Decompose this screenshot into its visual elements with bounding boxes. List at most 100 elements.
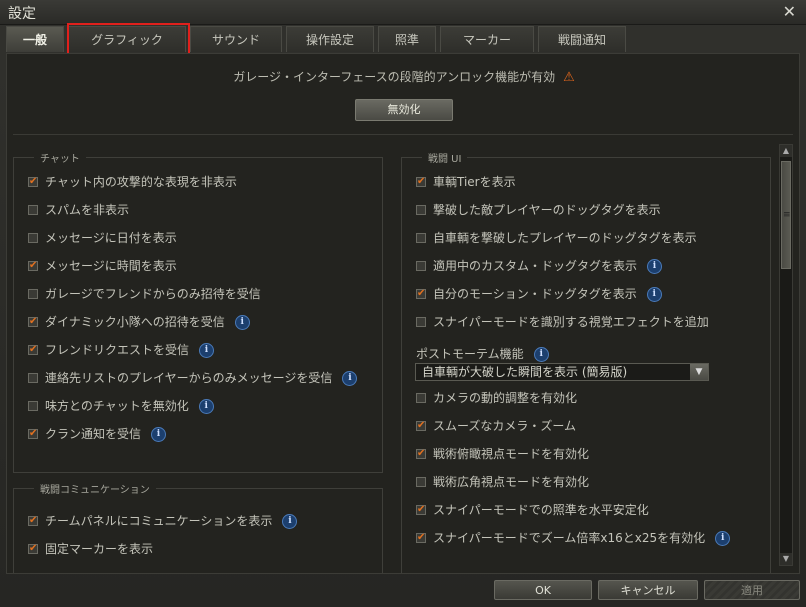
checkbox-unchecked[interactable]	[416, 316, 426, 327]
checkbox-row[interactable]: スナイパーモードでズーム倍率x16とx25を有効化 i	[416, 530, 731, 546]
checkbox-unchecked[interactable]	[416, 476, 426, 487]
apply-button[interactable]: 適用	[704, 580, 800, 600]
tab-markers[interactable]: マーカー	[440, 26, 534, 52]
checkbox-row[interactable]: 連絡先リストのプレイヤーからのみメッセージを受信 i	[28, 370, 358, 386]
info-icon[interactable]: i	[234, 315, 250, 330]
checkbox-row[interactable]: ダイナミック小隊への招待を受信 i	[28, 314, 250, 330]
close-icon[interactable]: ✕	[783, 2, 796, 21]
chat-group: チャット チャット内の攻撃的な表現を非表示スパムを非表示メッセージに日付を表示メ…	[13, 150, 383, 473]
checkbox-label: 固定マーカーを表示	[45, 542, 154, 556]
checkbox-row[interactable]: 車輌Tierを表示	[416, 174, 516, 190]
checkbox-label: メッセージに日付を表示	[45, 231, 177, 245]
cancel-button[interactable]: キャンセル	[598, 580, 698, 600]
checkbox-row[interactable]: 撃破した敵プレイヤーのドッグタグを表示	[416, 202, 661, 218]
checkbox-unchecked[interactable]	[28, 232, 38, 243]
disable-button[interactable]: 無効化	[355, 99, 453, 121]
checkbox-unchecked[interactable]	[416, 204, 426, 215]
checkbox-label: スナイパーモードを識別する視覚エフェクトを追加	[433, 315, 709, 329]
chevron-down-icon[interactable]: ▼	[690, 364, 708, 380]
scroll-up-icon[interactable]: ▲	[780, 145, 792, 157]
tab-general[interactable]: 一般	[6, 26, 64, 52]
warning-icon: ⚠	[563, 70, 575, 85]
checkbox-label: 自車輌を撃破したプレイヤーのドッグタグを表示	[433, 231, 697, 245]
checkbox-checked[interactable]	[28, 426, 38, 442]
checkbox-label: メッセージに時間を表示	[45, 259, 177, 273]
window-title: 設定	[8, 6, 36, 22]
checkbox-checked[interactable]	[416, 446, 426, 462]
settings-panel: ガレージ・インターフェースの段階的アンロック機能が有効 ⚠ 無効化 チャット チャ…	[6, 53, 800, 574]
checkbox-unchecked[interactable]	[416, 260, 426, 271]
checkbox-label: 自分のモーション・ドッグタグを表示	[433, 287, 637, 301]
info-icon[interactable]: i	[151, 427, 167, 442]
scroll-down-icon[interactable]: ▼	[780, 553, 792, 565]
checkbox-checked[interactable]	[28, 314, 38, 330]
checkbox-unchecked[interactable]	[28, 204, 38, 215]
scrollbar[interactable]: ▲ ≡ ▼	[779, 144, 793, 566]
checkbox-row[interactable]: チャット内の攻撃的な表現を非表示	[28, 174, 237, 190]
checkbox-checked[interactable]	[28, 174, 38, 190]
checkbox-label: カメラの動的調整を有効化	[433, 391, 578, 405]
checkbox-row[interactable]: 味方とのチャットを無効化 i	[28, 398, 214, 414]
checkbox-checked[interactable]	[28, 258, 38, 274]
info-icon[interactable]: i	[342, 371, 358, 386]
checkbox-row[interactable]: チームパネルにコミュニケーションを表示 i	[28, 513, 298, 529]
tab-aim[interactable]: 照準	[378, 26, 436, 52]
checkbox-row[interactable]: 戦術広角視点モードを有効化	[416, 474, 589, 490]
settings-window: 設定 ✕ 一般 グラフィック サウンド 操作設定 照準 マーカー 戦闘通知 ガレ…	[0, 0, 806, 607]
checkbox-label: スナイパーモードでの照準を水平安定化	[433, 503, 649, 517]
grip-icon: ≡	[783, 210, 791, 220]
checkbox-unchecked[interactable]	[416, 392, 426, 403]
checkbox-row[interactable]: クラン通知を受信 i	[28, 426, 167, 442]
checkbox-unchecked[interactable]	[28, 372, 38, 383]
checkbox-checked[interactable]	[28, 541, 38, 557]
checkbox-label: クラン通知を受信	[45, 427, 142, 441]
checkbox-unchecked[interactable]	[28, 400, 38, 411]
checkbox-row[interactable]: 自分のモーション・ドッグタグを表示 i	[416, 286, 662, 302]
info-icon[interactable]: i	[199, 343, 215, 358]
title-bar[interactable]: 設定 ✕	[0, 0, 806, 25]
notice-text: ガレージ・インターフェースの段階的アンロック機能が有効	[233, 70, 556, 84]
checkbox-row[interactable]: 固定マーカーを表示	[28, 541, 153, 557]
postmortem-selected-value: 自車輌が大破した瞬間を表示 (簡易版)	[422, 365, 628, 379]
tab-sound[interactable]: サウンド	[190, 26, 282, 52]
tab-controls[interactable]: 操作設定	[286, 26, 374, 52]
checkbox-checked[interactable]	[28, 513, 38, 529]
checkbox-checked[interactable]	[416, 502, 426, 518]
checkbox-unchecked[interactable]	[28, 288, 38, 299]
checkbox-row[interactable]: カメラの動的調整を有効化	[416, 390, 577, 406]
tab-battle-notifications[interactable]: 戦闘通知	[538, 26, 626, 52]
checkbox-checked[interactable]	[416, 530, 426, 546]
checkbox-row[interactable]: ガレージでフレンドからのみ招待を受信	[28, 286, 261, 302]
checkbox-row[interactable]: 自車輌を撃破したプレイヤーのドッグタグを表示	[416, 230, 697, 246]
checkbox-unchecked[interactable]	[416, 232, 426, 243]
checkbox-row[interactable]: スナイパーモードでの照準を水平安定化	[416, 502, 649, 518]
checkbox-label: チャット内の攻撃的な表現を非表示	[45, 175, 237, 189]
info-icon[interactable]: i	[533, 347, 549, 362]
info-icon[interactable]: i	[282, 514, 298, 529]
scroll-thumb[interactable]: ≡	[781, 161, 791, 269]
checkbox-row[interactable]: スナイパーモードを識別する視覚エフェクトを追加	[416, 314, 709, 330]
checkbox-label: スムーズなカメラ・ズーム	[433, 419, 577, 433]
checkbox-row[interactable]: スムーズなカメラ・ズーム	[416, 418, 576, 434]
checkbox-row[interactable]: 適用中のカスタム・ドッグタグを表示 i	[416, 258, 663, 274]
checkbox-checked[interactable]	[416, 286, 426, 302]
checkbox-row[interactable]: フレンドリクエストを受信 i	[28, 342, 215, 358]
checkbox-row[interactable]: スパムを非表示	[28, 202, 129, 218]
checkbox-label: スナイパーモードでズーム倍率x16とx25を有効化	[433, 531, 706, 545]
checkbox-checked[interactable]	[416, 418, 426, 434]
checkbox-checked[interactable]	[416, 174, 426, 190]
postmortem-dropdown[interactable]: 自車輌が大破した瞬間を表示 (簡易版) ▼	[415, 363, 709, 381]
info-icon[interactable]: i	[647, 259, 663, 274]
info-icon[interactable]: i	[715, 531, 731, 546]
checkbox-row[interactable]: メッセージに日付を表示	[28, 230, 177, 246]
info-icon[interactable]: i	[198, 399, 214, 414]
checkbox-checked[interactable]	[28, 342, 38, 358]
tab-graphics[interactable]: グラフィック	[68, 26, 186, 52]
battle-ui-group-title: 戦闘 UI	[422, 150, 468, 165]
ok-button[interactable]: OK	[494, 580, 592, 600]
checkbox-label: スパムを非表示	[45, 203, 130, 217]
checkbox-row[interactable]: 戦術俯瞰視点モードを有効化	[416, 446, 589, 462]
checkbox-label: 戦術俯瞰視点モードを有効化	[433, 447, 590, 461]
info-icon[interactable]: i	[646, 287, 662, 302]
checkbox-row[interactable]: メッセージに時間を表示	[28, 258, 177, 274]
